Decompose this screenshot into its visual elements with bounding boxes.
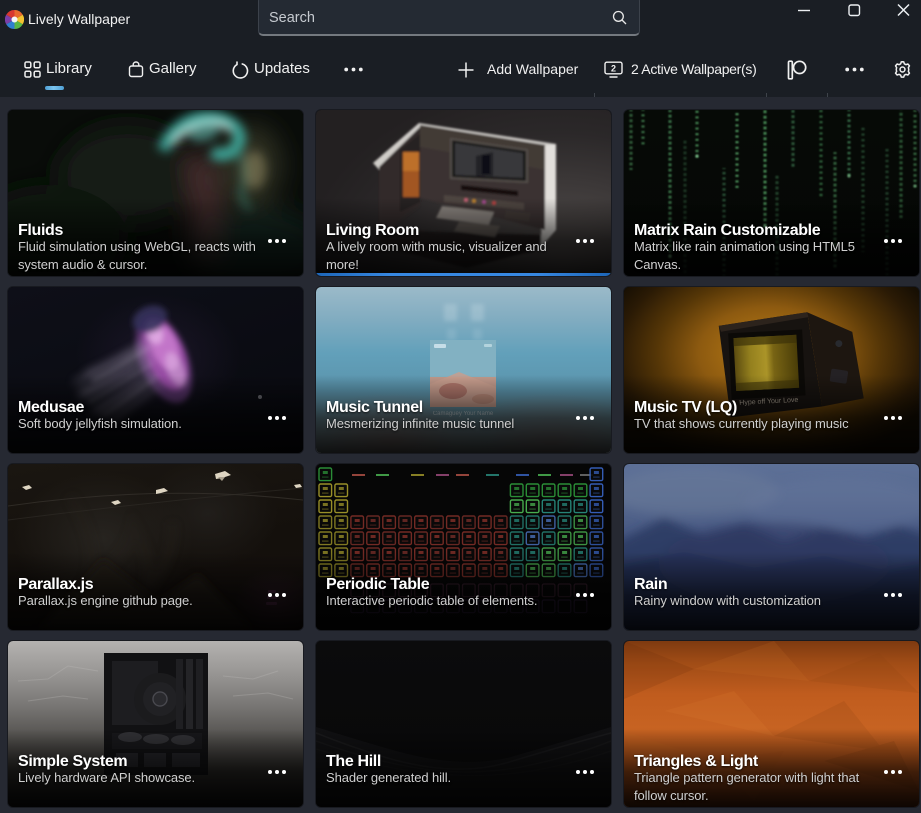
svg-text:2: 2 — [611, 64, 616, 74]
